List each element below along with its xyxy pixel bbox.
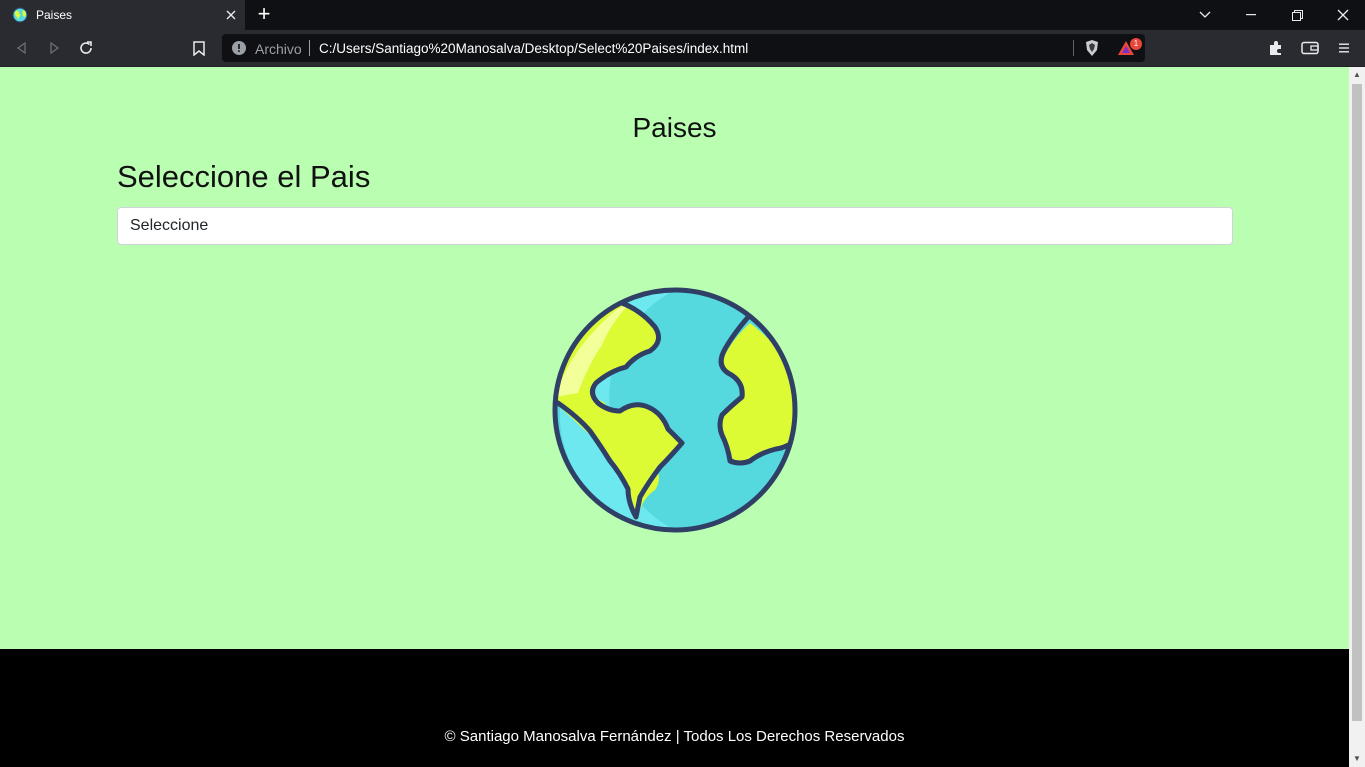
forward-icon[interactable] xyxy=(42,36,66,60)
close-icon[interactable] xyxy=(1320,0,1365,30)
reload-icon[interactable] xyxy=(74,36,98,60)
tab-search-icon[interactable] xyxy=(1182,0,1228,30)
page-content: Paises Seleccione el Pais Seleccione © S… xyxy=(0,67,1349,767)
bookmark-icon[interactable] xyxy=(187,36,211,60)
rewards-badge: 1 xyxy=(1130,38,1142,50)
back-icon[interactable] xyxy=(10,36,34,60)
vertical-scrollbar[interactable]: ▲ ▼ xyxy=(1349,67,1365,767)
country-select[interactable]: Seleccione xyxy=(117,207,1233,245)
omnibox-divider-right xyxy=(1073,40,1074,56)
footer-copyright: © Santiago Manosalva Fernández | Todos L… xyxy=(444,728,905,745)
omnibox-divider xyxy=(309,40,310,56)
tab-strip: Paises + xyxy=(0,0,1365,30)
url-text[interactable]: C:/Users/Santiago%20Manosalva/Desktop/Se… xyxy=(319,41,748,56)
scroll-up-icon[interactable]: ▲ xyxy=(1349,67,1365,83)
brave-shields-icon[interactable] xyxy=(1084,39,1100,57)
restore-icon[interactable] xyxy=(1274,0,1320,30)
globe-favicon-icon xyxy=(12,7,28,23)
address-bar[interactable]: Archivo C:/Users/Santiago%20Manosalva/De… xyxy=(222,34,1145,62)
tab-close-icon[interactable] xyxy=(217,0,245,30)
tab-title: Paises xyxy=(36,8,73,22)
globe-icon xyxy=(552,287,798,533)
new-tab-button[interactable]: + xyxy=(252,3,276,27)
menu-icon[interactable] xyxy=(1332,36,1356,60)
info-icon[interactable] xyxy=(232,41,246,55)
minimize-icon[interactable] xyxy=(1228,0,1274,30)
security-label: Archivo xyxy=(255,41,302,57)
scroll-down-icon[interactable]: ▼ xyxy=(1349,751,1365,767)
extensions-icon[interactable] xyxy=(1264,36,1288,60)
select-heading: Seleccione el Pais xyxy=(117,159,371,194)
browser-toolbar: Archivo C:/Users/Santiago%20Manosalva/De… xyxy=(0,30,1365,66)
wallet-icon[interactable] xyxy=(1298,36,1322,60)
footer: © Santiago Manosalva Fernández | Todos L… xyxy=(0,649,1349,767)
tab-paises[interactable]: Paises xyxy=(0,0,245,30)
scrollbar-thumb[interactable] xyxy=(1352,84,1362,721)
page-title: Paises xyxy=(632,112,717,143)
